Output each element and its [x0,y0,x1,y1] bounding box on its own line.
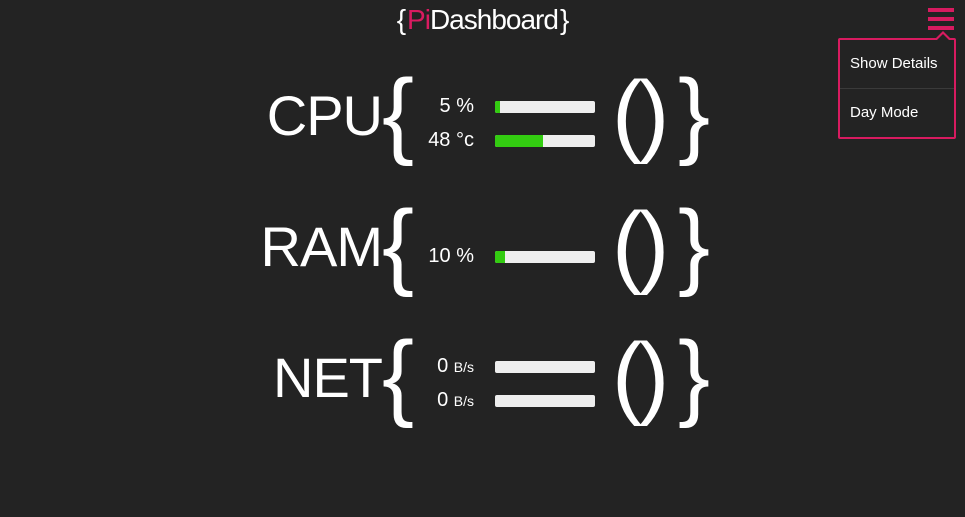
net-down-number: 0 [437,355,449,377]
cpu-temp-progress-fill [495,135,543,147]
ram-usage-progress-bar [495,251,595,263]
net-up-row: 0 B/s [410,388,600,412]
cpu-label: CPU [266,84,383,147]
cpu-usage-progress-bar [495,101,595,113]
ram-details-parens[interactable]: () [612,197,669,293]
cpu-temp-progress-bar [495,135,595,147]
net-details-parens[interactable]: () [612,328,669,424]
header-close-brace: } [559,4,569,35]
cpu-details-parens[interactable]: () [612,66,669,162]
ram-usage-number: 10 [428,245,451,267]
cpu-usage-row: 5 % [410,94,600,118]
cpu-usage-value: 5 % [440,94,474,118]
menu-bar-middle [928,17,954,21]
net-close-brace: } [678,322,711,429]
net-label: NET [273,346,383,409]
cpu-temp-row: 48 °c [410,128,600,152]
ram-usage-unit: % [456,245,474,267]
ram-usage-value: 10 % [428,244,474,268]
header-open-brace: { [396,4,406,35]
menu-bar-top [928,8,954,12]
net-down-row: 0 B/s [410,354,600,378]
cpu-usage-progress-fill [495,101,500,113]
ram-section: RAM { 10 % () } [0,193,965,303]
net-up-number: 0 [437,389,449,411]
net-down-progress-bar [495,361,595,373]
dropdown-caret-inner [937,34,949,40]
ram-usage-progress-fill [495,251,505,263]
net-section: NET { 0 B/s 0 B/s () } [0,324,965,434]
net-down-value: 0 B/s [437,354,474,379]
ram-usage-row: 10 % [410,244,600,268]
cpu-usage-number: 5 [439,95,451,117]
ram-close-brace: } [678,191,711,298]
cpu-temp-unit: °c [456,129,474,151]
app-header: {PiDashboard} [0,0,965,40]
net-up-unit: B/s [453,393,474,409]
net-up-value: 0 B/s [437,388,474,413]
cpu-temp-value: 48 °c [428,128,474,152]
ram-label: RAM [260,215,383,278]
net-down-unit: B/s [453,359,474,375]
header-title: Dashboard [429,4,559,35]
net-up-progress-bar [495,395,595,407]
cpu-close-brace: } [678,60,711,167]
header-pi-text: Pi [407,4,431,35]
cpu-temp-number: 48 [428,129,451,151]
cpu-section: CPU { 5 % 48 °c () } [0,62,965,172]
menu-bar-bottom [928,26,954,30]
cpu-usage-unit: % [456,95,474,117]
